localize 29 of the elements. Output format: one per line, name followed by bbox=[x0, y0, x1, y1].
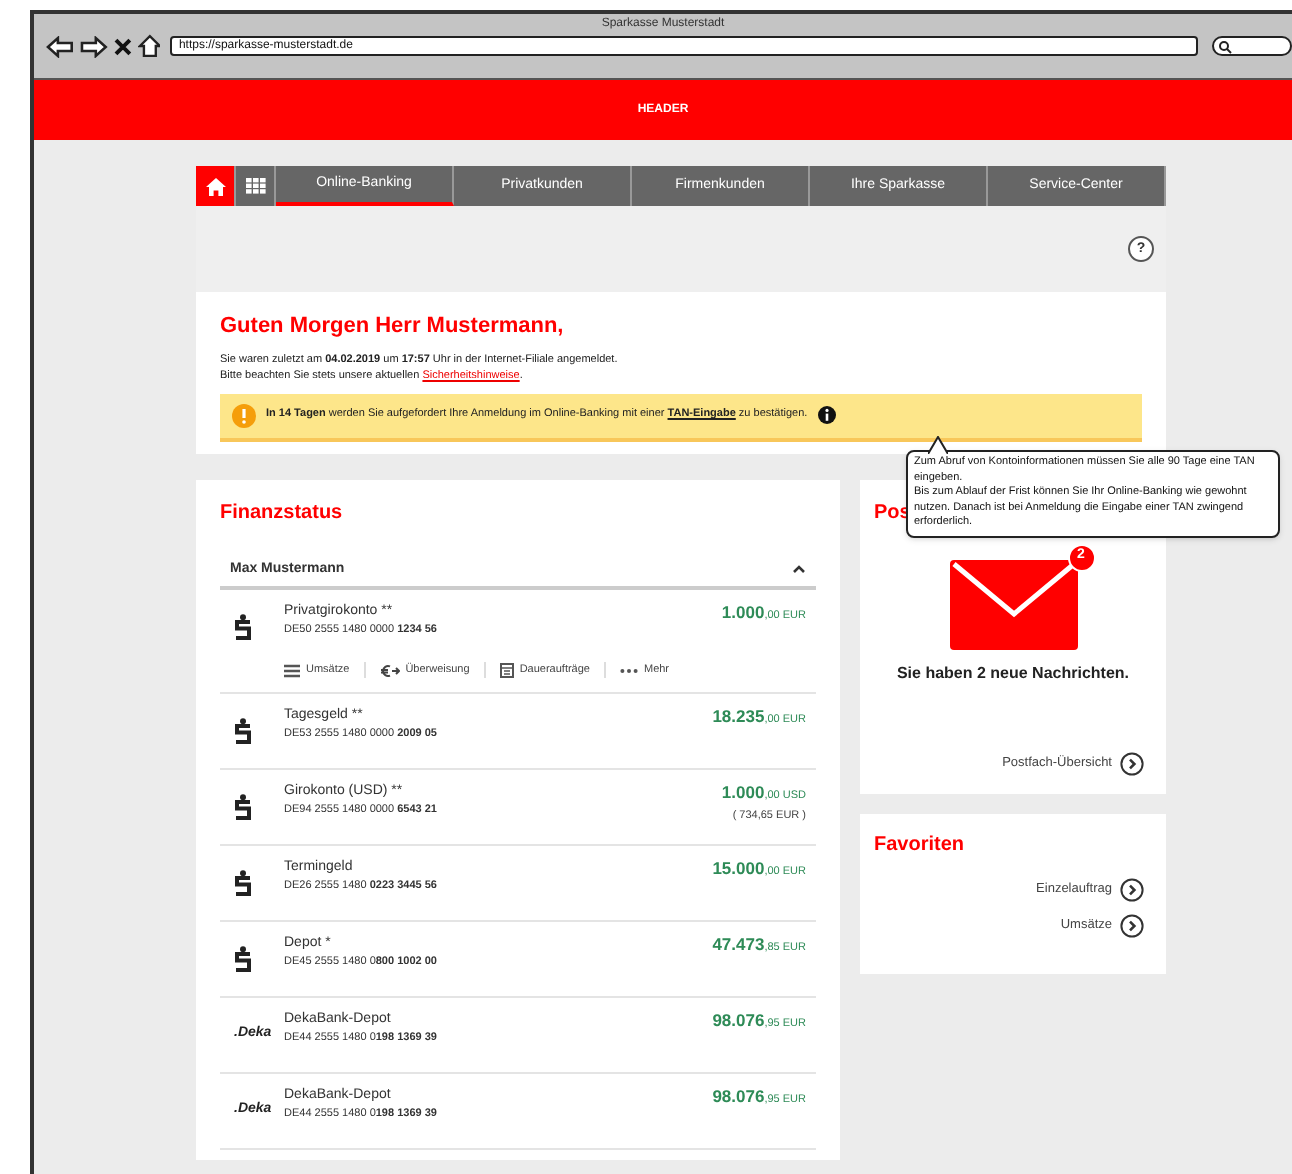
grid-icon bbox=[245, 178, 265, 194]
chevron-circle-icon bbox=[1120, 877, 1144, 901]
forward-arrow-icon[interactable] bbox=[79, 35, 108, 57]
calendar-icon bbox=[499, 662, 514, 679]
home-icon[interactable] bbox=[137, 34, 161, 58]
search-field[interactable] bbox=[1212, 36, 1292, 56]
search-icon bbox=[1218, 39, 1233, 53]
card-title: Favoriten bbox=[874, 831, 967, 859]
envelope-icon[interactable] bbox=[949, 559, 1077, 649]
s-logo-icon bbox=[234, 945, 252, 972]
card-title: Finanzstatus bbox=[220, 499, 345, 527]
s-logo-icon bbox=[234, 793, 252, 820]
greeting-title: Guten Morgen Herr Mustermann, bbox=[220, 312, 566, 342]
dots-icon bbox=[619, 667, 638, 674]
s-logo-icon bbox=[234, 869, 252, 896]
close-icon[interactable] bbox=[113, 37, 132, 55]
euro-arrow-icon bbox=[379, 663, 400, 678]
chevron-circle-icon bbox=[1120, 751, 1144, 775]
messages-text: Sie haben 2 neue Nachrichten. bbox=[894, 661, 1132, 685]
home-icon bbox=[205, 177, 225, 195]
caret-icon[interactable] bbox=[792, 564, 806, 575]
s-logo-icon bbox=[234, 613, 252, 639]
warning-icon bbox=[232, 403, 256, 427]
chevron-circle-icon bbox=[1120, 913, 1144, 937]
s-logo-icon bbox=[234, 717, 252, 744]
home-button[interactable] bbox=[196, 166, 236, 206]
back-arrow-icon[interactable] bbox=[46, 35, 74, 57]
list-icon bbox=[284, 663, 300, 678]
info-icon[interactable] bbox=[817, 406, 836, 424]
